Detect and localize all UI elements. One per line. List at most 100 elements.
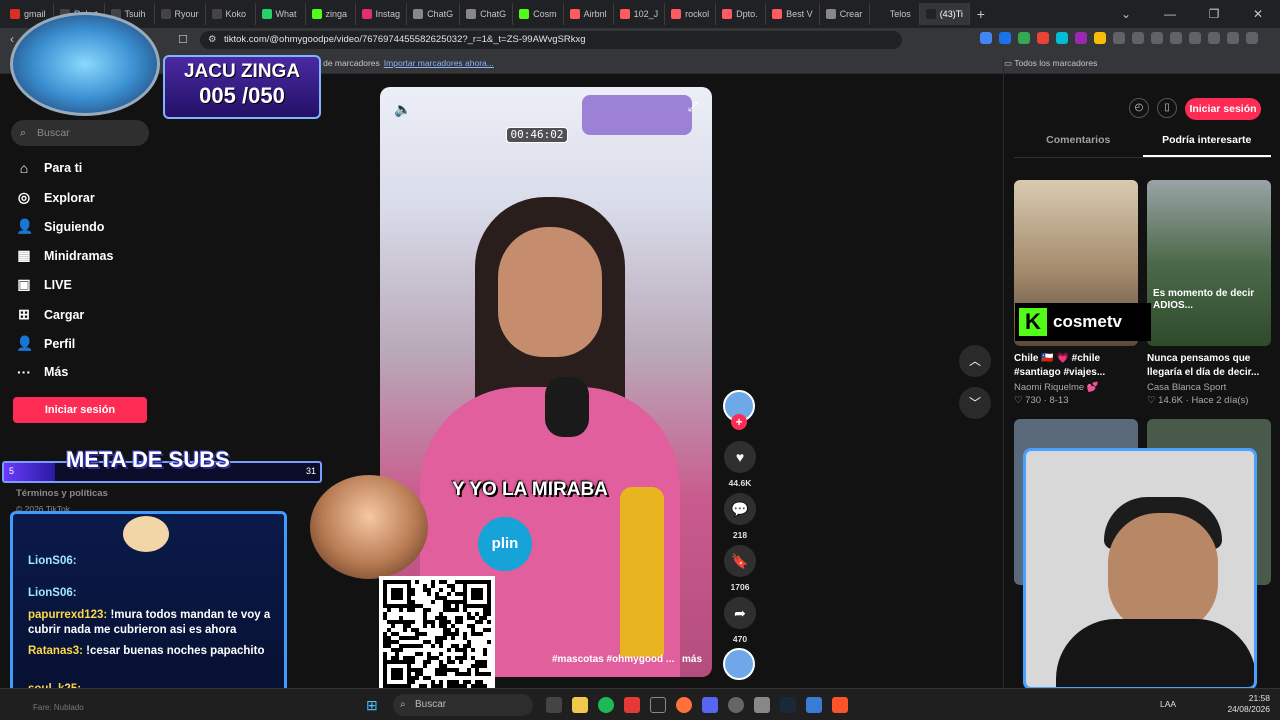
sidebar-item-label: Perfil: [44, 336, 76, 351]
qr-module: [471, 648, 475, 652]
browser-tab[interactable]: Cosm: [513, 3, 564, 25]
device-icon[interactable]: ▯: [1157, 98, 1177, 118]
qr-module: [431, 584, 435, 588]
sidebar-item-cargar[interactable]: ⊞ Cargar: [16, 306, 84, 323]
tab-search-icon[interactable]: ⌄: [1104, 7, 1148, 21]
browser-tab[interactable]: Crear: [820, 3, 870, 25]
browser-tab[interactable]: Best V: [766, 3, 820, 25]
tab-label: (43)Ti: [939, 9, 963, 19]
extension-icon[interactable]: [1037, 32, 1049, 44]
save-button[interactable]: 🔖 1706: [722, 545, 758, 592]
suggestion-card[interactable]: Es momento de decir ADIOS... Nunca pensa…: [1147, 180, 1271, 406]
extension-icon[interactable]: [1056, 32, 1068, 44]
follow-plus-icon[interactable]: +: [731, 414, 747, 430]
extension-icon[interactable]: [1246, 32, 1258, 44]
extension-icon[interactable]: [1151, 32, 1163, 44]
qr-module: [439, 588, 443, 592]
suggestion-card[interactable]: Chile 🇨🇱 💗 #chile #santiago #viajes... N…: [1014, 180, 1138, 406]
settings-icon[interactable]: [754, 697, 770, 713]
sidebar-item-para-ti[interactable]: ⌂ Para ti: [16, 160, 82, 176]
cosmetv-label: cosmetv: [1053, 312, 1122, 331]
new-tab-button[interactable]: +: [970, 6, 992, 22]
app-icon[interactable]: [650, 697, 666, 713]
browser-tab[interactable]: Dpto.: [716, 3, 767, 25]
extension-icon[interactable]: [1113, 32, 1125, 44]
sidebar-item-siguiendo[interactable]: 👤 Siguiendo: [16, 218, 104, 235]
qr-module: [415, 676, 419, 680]
browser-tab[interactable]: (43)Ti: [919, 3, 970, 25]
share-button[interactable]: ➦ 470: [722, 597, 758, 644]
music-disc-avatar[interactable]: [723, 648, 755, 680]
subs-goal-title: META DE SUBS: [66, 447, 230, 472]
extension-icon[interactable]: [1018, 32, 1030, 44]
tab-comments[interactable]: Comentarios: [1014, 130, 1143, 157]
input-language[interactable]: LAA: [1160, 699, 1176, 709]
clock[interactable]: 21:58 24/08/2026: [1227, 693, 1270, 715]
video-more-link[interactable]: más: [682, 654, 702, 665]
extension-icon[interactable]: [980, 32, 992, 44]
close-window-button[interactable]: ✕: [1236, 7, 1280, 21]
app-icon[interactable]: [728, 697, 744, 713]
qr-module: [483, 652, 487, 656]
browser-tab[interactable]: 102_J: [614, 3, 666, 25]
streamer-counter: 005 /050: [199, 83, 285, 108]
qr-module: [411, 680, 415, 684]
extension-icon[interactable]: [1189, 32, 1201, 44]
next-video-button[interactable]: ﹀: [959, 387, 991, 419]
extension-icon[interactable]: [1170, 32, 1182, 44]
chat-message: LionS06:: [28, 554, 283, 569]
extension-icon[interactable]: [1132, 32, 1144, 44]
taskbar-search[interactable]: ⌕ Buscar: [393, 694, 533, 716]
extension-icon[interactable]: [1094, 32, 1106, 44]
spotify-icon[interactable]: [598, 697, 614, 713]
comment-count: 218: [732, 530, 748, 540]
comment-button[interactable]: 💬 218: [722, 493, 758, 540]
browser-tab[interactable]: Airbnl: [564, 3, 614, 25]
firefox-icon[interactable]: [676, 697, 692, 713]
sidebar-item-live[interactable]: ▣ LIVE: [16, 276, 71, 293]
chat-text: !cesar buenas noches papachito: [86, 645, 265, 657]
windows-start-icon[interactable]: ⊞: [366, 697, 382, 713]
search-input[interactable]: ⌕ Buscar: [11, 120, 149, 146]
minimize-button[interactable]: —: [1148, 7, 1192, 21]
qr-module: [459, 620, 463, 624]
video-hashtags[interactable]: #mascotas #ohmygood ...: [552, 654, 674, 665]
app-icon[interactable]: [806, 697, 822, 713]
steam-icon[interactable]: [780, 697, 796, 713]
sidebar-login-button[interactable]: Iniciar sesión: [13, 397, 147, 423]
like-button[interactable]: ♥ 44.6K: [722, 441, 758, 488]
discord-icon[interactable]: [702, 697, 718, 713]
import-bookmarks-link[interactable]: Importar marcadores ahora...: [384, 58, 494, 68]
volume-icon[interactable]: 🔈: [394, 101, 411, 118]
save-count: 1706: [730, 582, 750, 592]
right-tabs: Comentarios Podría interesarte: [1014, 130, 1271, 158]
sidebar-item-minidramas[interactable]: ▦ Minidramas: [16, 247, 113, 264]
extension-icon[interactable]: [1208, 32, 1220, 44]
app-icon[interactable]: [624, 697, 640, 713]
task-view-icon[interactable]: [546, 697, 562, 713]
speed-icon[interactable]: ◴: [1129, 98, 1149, 118]
previous-video-button[interactable]: ︿: [959, 345, 991, 377]
browser-tab[interactable]: Instag: [356, 3, 408, 25]
extension-icon[interactable]: [999, 32, 1011, 44]
extension-icon[interactable]: [1227, 32, 1239, 44]
header-login-button[interactable]: Iniciar sesión: [1185, 98, 1261, 120]
qr-module: [479, 632, 483, 636]
qr-module: [467, 672, 471, 676]
tab-suggestions[interactable]: Podría interesarte: [1142, 130, 1271, 157]
sidebar-item-perfil[interactable]: 👤 Perfil: [16, 335, 75, 352]
brave-icon[interactable]: [832, 697, 848, 713]
tab-favicon-icon: [875, 9, 886, 19]
all-bookmarks-button[interactable]: Todos los marcadores: [1014, 58, 1097, 68]
extension-icon[interactable]: [1075, 32, 1087, 44]
file-explorer-icon[interactable]: [572, 697, 588, 713]
browser-tab[interactable]: Telos: [870, 3, 920, 25]
expand-icon[interactable]: ⤢: [688, 99, 698, 115]
maximize-button[interactable]: ❐: [1192, 7, 1236, 21]
browser-tab[interactable]: ChatG: [460, 3, 514, 25]
browser-tab[interactable]: rockol: [665, 3, 717, 25]
browser-tab[interactable]: ChatG: [407, 3, 461, 25]
sidebar-item-explorar[interactable]: ◎ Explorar: [16, 189, 95, 206]
terms-link[interactable]: Términos y políticas: [16, 488, 108, 499]
sidebar-item-más[interactable]: ··· Más: [16, 364, 68, 380]
